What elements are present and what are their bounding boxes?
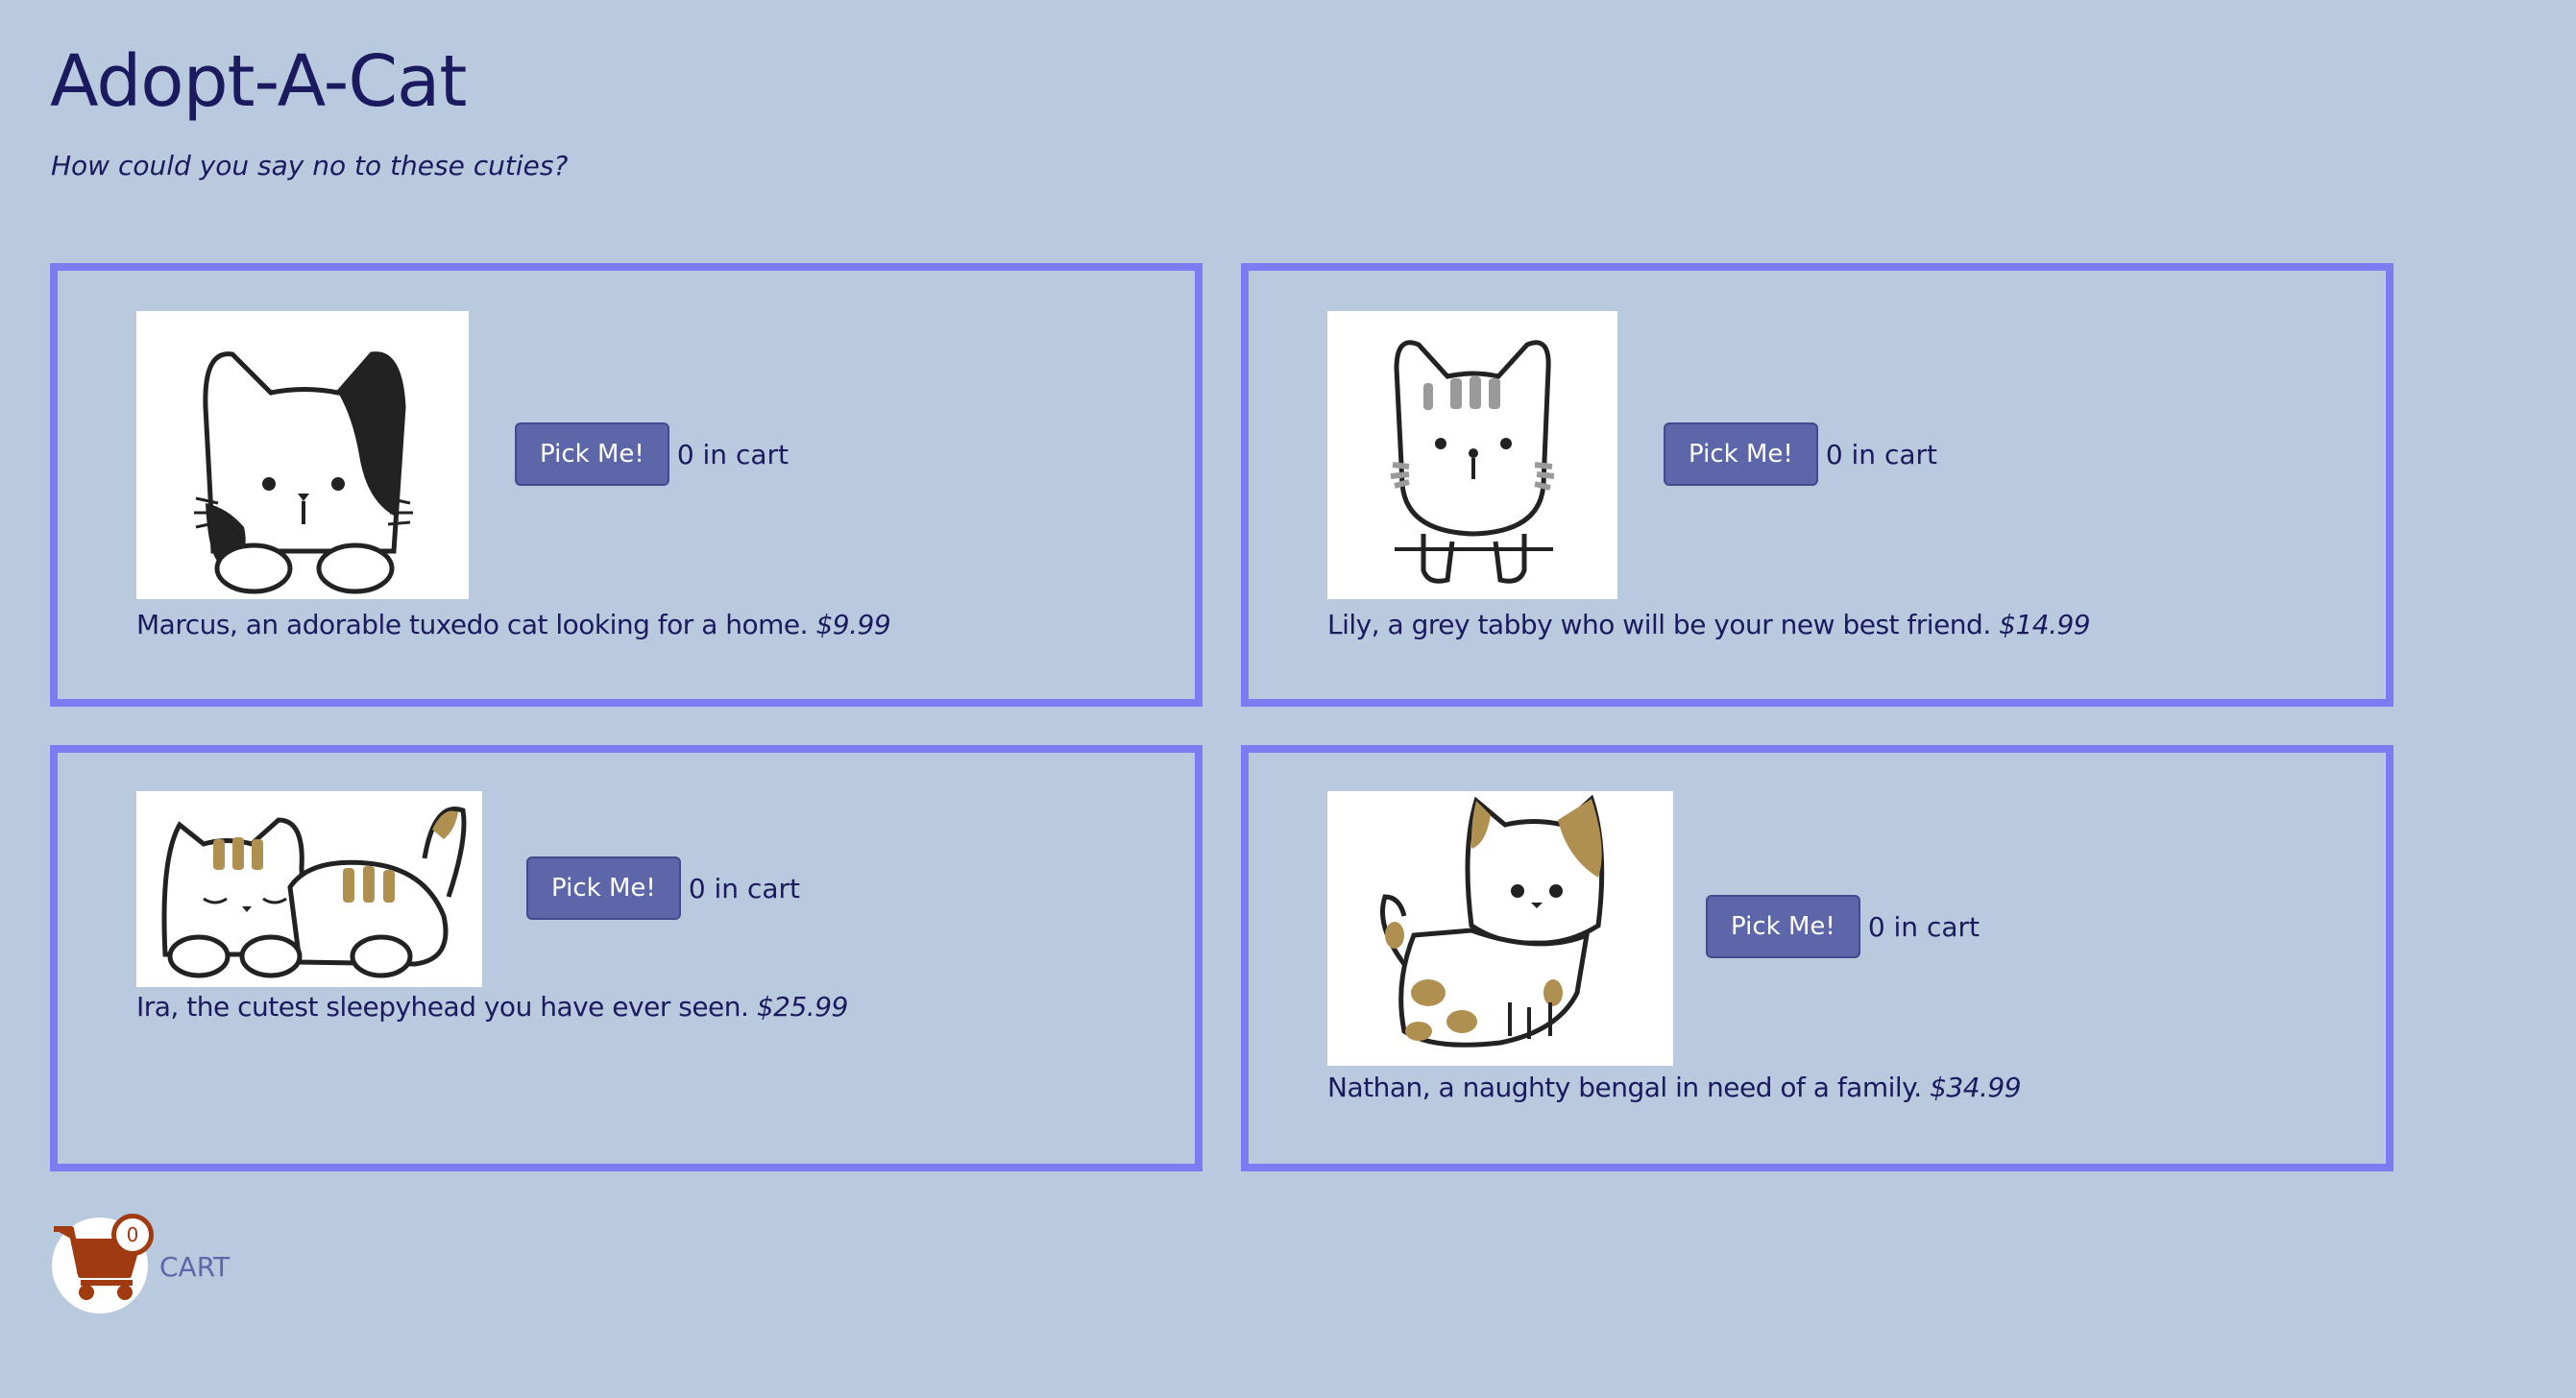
cat-name-desc: Nathan, a naughty bengal in need of a fa… [1327,1072,1922,1103]
cat-card-marcus: Pick Me! 0 in cart Marcus, an adorable t… [50,263,1203,707]
cat-name-desc: Ira, the cutest sleepyhead you have ever… [136,991,749,1023]
in-cart-count: 0 in cart [1825,438,1937,470]
cat-description: Lily, a grey tabby who will be your new … [1327,609,2091,640]
cat-description: Nathan, a naughty bengal in need of a fa… [1327,1072,2022,1103]
sleeping-cat-icon [136,791,482,987]
in-cart-count: 0 in cart [688,872,800,904]
cat-name-desc: Lily, a grey tabby who will be your new … [1327,609,1991,640]
cat-price: $25.99 [756,991,848,1023]
cat-description: Marcus, an adorable tuxedo cat looking f… [136,609,891,640]
pick-row-nathan: Pick Me! 0 in cart [1706,895,1980,958]
in-cart-count: 0 in cart [1867,910,1980,943]
in-cart-count: 0 in cart [676,438,789,470]
pick-me-button[interactable]: Pick Me! [1706,895,1860,958]
cat-card-lily: Pick Me! 0 in cart Lily, a grey tabby wh… [1241,263,2394,707]
pick-row-lily: Pick Me! 0 in cart [1664,422,1937,486]
cat-name-desc: Marcus, an adorable tuxedo cat looking f… [136,609,809,640]
cart-label: CART [159,1250,231,1283]
cat-card-ira: Pick Me! 0 in cart Ira, the cutest sleep… [50,745,1203,1171]
page-subtitle: How could you say no to these cuties? [51,150,569,181]
grey-tabby-cat-icon [1327,311,1617,599]
pick-row-ira: Pick Me! 0 in cart [526,856,800,920]
cat-price: $9.99 [815,609,891,640]
tuxedo-cat-icon [136,311,469,599]
shopping-cart-icon: 0 [52,1208,159,1315]
cat-description: Ira, the cutest sleepyhead you have ever… [136,991,848,1023]
cart-button[interactable]: 0 CART [52,1208,230,1315]
bengal-cat-icon [1327,791,1673,1066]
cart-count-badge: 0 [111,1214,154,1256]
pick-me-button[interactable]: Pick Me! [1664,422,1818,486]
pick-me-button[interactable]: Pick Me! [515,422,669,486]
pick-me-button[interactable]: Pick Me! [526,856,681,920]
pick-row-marcus: Pick Me! 0 in cart [515,422,789,486]
cat-card-nathan: Pick Me! 0 in cart Nathan, a naughty ben… [1241,745,2394,1171]
cat-price: $14.99 [1999,609,2091,640]
page-title: Adopt-A-Cat [50,40,467,123]
cat-price: $34.99 [1930,1072,2022,1103]
